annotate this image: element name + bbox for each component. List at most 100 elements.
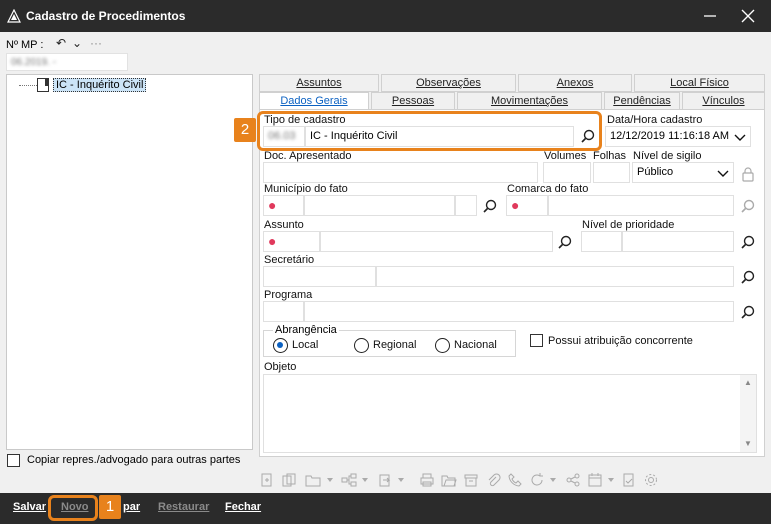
new-button-highlight [48, 495, 98, 521]
municipio-uf-field[interactable] [455, 195, 477, 216]
clear-button[interactable]: par [123, 501, 140, 513]
nivel-prioridade-code-field[interactable] [581, 231, 622, 252]
tab-local-fisico[interactable]: Local Físico [634, 74, 765, 92]
step-badge-2: 2 [234, 118, 256, 142]
tab-dados-gerais[interactable]: Dados Gerais [259, 92, 369, 110]
settings-icon[interactable] [643, 472, 659, 488]
minimize-icon[interactable] [700, 6, 720, 26]
programa-code-field[interactable] [263, 301, 304, 322]
programa-field[interactable] [304, 301, 734, 322]
chevron-down-icon[interactable] [608, 478, 614, 482]
add-document-icon[interactable] [259, 472, 275, 488]
tab-vinculos[interactable]: Vínculos [682, 92, 765, 110]
hierarchy-icon[interactable] [341, 472, 357, 488]
atribuicao-concorrente-checkbox[interactable] [530, 334, 543, 347]
search-icon[interactable] [557, 234, 573, 250]
tab-anexos[interactable]: Anexos [518, 74, 632, 92]
chevron-down-icon[interactable] [327, 478, 333, 482]
search-icon[interactable] [740, 269, 756, 285]
tab-movimentacoes[interactable]: Movimentações [457, 92, 602, 110]
copy-representatives-checkbox[interactable] [7, 454, 20, 467]
chevron-down-icon[interactable] [550, 478, 556, 482]
abrangencia-group: Abrangência Local Regional Nacional [263, 324, 516, 357]
secretario-label: Secretário [264, 254, 315, 266]
print-icon[interactable] [419, 472, 435, 488]
folhas-label: Folhas [593, 150, 627, 162]
comarca-code-field[interactable]: ● [506, 195, 548, 216]
archive-icon[interactable] [463, 472, 479, 488]
mp-number-field[interactable]: 06.2019. - [6, 53, 128, 71]
abrangencia-label: Abrangência [273, 324, 339, 336]
chevron-down-icon[interactable] [716, 166, 730, 180]
data-hora-field[interactable]: 12/12/2019 11:16:18 AM [605, 126, 751, 147]
radio-nacional[interactable] [435, 338, 450, 353]
phone-icon[interactable] [507, 472, 523, 488]
more-icon[interactable]: ··· [90, 37, 102, 49]
tab-row-bottom: Dados Gerais Pessoas Movimentações Pendê… [259, 92, 765, 110]
search-icon[interactable] [482, 198, 498, 214]
chevron-down-icon[interactable] [398, 478, 404, 482]
atribuicao-concorrente-label: Possui atribuição concorrente [548, 335, 693, 347]
objeto-textarea[interactable]: ▲ ▼ [263, 374, 757, 453]
tab-observacoes[interactable]: Observações [381, 74, 516, 92]
secretario-field[interactable] [376, 266, 734, 287]
scroll-down-icon[interactable]: ▼ [744, 440, 752, 448]
scroll-up-icon[interactable]: ▲ [744, 379, 752, 387]
rotate-icon[interactable] [529, 472, 545, 488]
doc-apresentado-field[interactable] [263, 162, 538, 183]
step-badge-1: 1 [99, 495, 121, 519]
close-icon[interactable] [738, 6, 758, 26]
doc-apresentado-label: Doc. Apresentado [264, 150, 352, 162]
tab-pendencias[interactable]: Pendências [604, 92, 680, 110]
radio-regional-label: Regional [373, 339, 417, 351]
municipio-code-field[interactable]: ● [263, 195, 304, 216]
title-bar: Cadastro de Procedimentos [0, 0, 771, 32]
folder-icon[interactable] [305, 472, 321, 488]
volumes-field[interactable] [543, 162, 591, 183]
nivel-prioridade-label: Nível de prioridade [582, 219, 675, 231]
open-folder-icon[interactable] [441, 472, 457, 488]
search-icon[interactable] [740, 304, 756, 320]
copy-representatives-label: Copiar repres./advogado para outras part… [27, 454, 241, 466]
radio-local-label: Local [292, 339, 319, 351]
assunto-code-field[interactable]: ● [263, 231, 320, 252]
folhas-field[interactable] [593, 162, 630, 183]
nivel-sigilo-value: Público [637, 166, 674, 178]
share-icon[interactable] [565, 472, 581, 488]
municipio-field[interactable] [304, 195, 455, 216]
app-logo-icon [7, 9, 21, 23]
chevron-down-icon[interactable]: ⌄ [72, 37, 84, 49]
chevron-down-icon[interactable] [362, 478, 368, 482]
objeto-label: Objeto [264, 361, 297, 373]
save-button[interactable]: Salvar [13, 501, 46, 513]
nivel-sigilo-select[interactable]: Público [632, 162, 734, 183]
undo-icon[interactable]: ↶ [56, 37, 68, 49]
window-title: Cadastro de Procedimentos [26, 9, 186, 23]
nivel-prioridade-field[interactable] [622, 231, 734, 252]
tab-assuntos[interactable]: Assuntos [259, 74, 379, 92]
lock-icon [740, 166, 756, 182]
close-button[interactable]: Fechar [225, 501, 261, 513]
search-icon[interactable] [740, 234, 756, 250]
restore-button[interactable]: Restaurar [158, 501, 209, 513]
assunto-field[interactable] [320, 231, 553, 252]
tipo-cadastro-highlight [257, 111, 602, 151]
radio-local[interactable] [273, 338, 288, 353]
radio-regional[interactable] [354, 338, 369, 353]
transfer-icon[interactable] [377, 472, 393, 488]
tree-connector [19, 85, 37, 86]
mp-label: Nº MP : [6, 39, 44, 51]
attachment-icon[interactable] [485, 472, 501, 488]
tab-pessoas[interactable]: Pessoas [371, 92, 455, 110]
municipio-label: Município do fato [264, 183, 348, 195]
tree-item-label[interactable]: IC - Inquérito Civil [53, 78, 147, 92]
action-toolbar [255, 470, 765, 490]
search-icon[interactable] [740, 198, 756, 214]
chevron-down-icon[interactable] [733, 130, 747, 144]
copy-document-icon[interactable] [281, 472, 297, 488]
objeto-scrollbar[interactable]: ▲ ▼ [740, 375, 756, 452]
secretario-code-field[interactable] [263, 266, 376, 287]
calendar-icon[interactable] [587, 472, 603, 488]
approve-document-icon[interactable] [621, 472, 637, 488]
comarca-field[interactable] [548, 195, 734, 216]
